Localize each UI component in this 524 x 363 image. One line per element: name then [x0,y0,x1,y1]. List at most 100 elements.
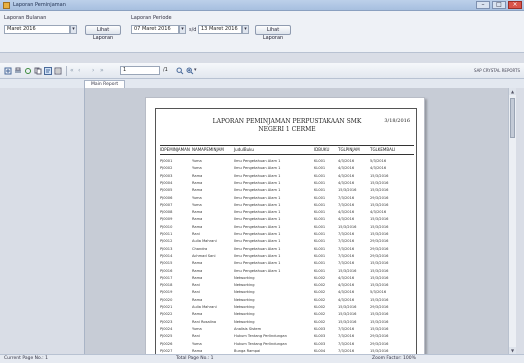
table-row: PJ0023 Rani Rosalina Networking KL002 15/3/2… [156,319,418,325]
refresh-icon[interactable] [24,67,32,75]
window-title: Laporan Peminjaman [13,2,66,8]
row-return-date: 15/3/2016 [370,275,389,280]
toolbar-separator [66,66,67,76]
row-book-id: KL001 [314,202,326,207]
report-tabstrip: Main Report [0,79,524,88]
row-borrow-date: 4/3/2016 [338,297,355,302]
monthly-view-report-button[interactable]: Lihat Laporan [85,25,121,41]
row-borrow-date: 7/3/2016 [338,202,355,207]
maximize-icon[interactable]: □ [492,1,506,9]
row-return-date: 15/3/2016 [370,268,389,273]
row-book-id: KL002 [314,305,326,309]
report-print-date: 3/18/2016 [384,118,410,124]
row-borrower: Yuma [192,166,202,171]
period-start-picker[interactable]: 07 Maret 2016 [131,25,179,34]
row-id: PJ0007 [160,202,173,207]
row-borrow-date: 4/3/2016 [338,275,355,280]
row-book-title: Ilmu Pengetahuan Alam 1 [234,159,281,163]
parameters-icon[interactable] [54,67,62,75]
tab-main-report[interactable]: Main Report [84,80,126,88]
row-book-title: Ilmu Pengetahuan Alam 1 [234,246,281,251]
scroll-down-icon[interactable]: ▼ [509,347,516,354]
table-row: PJ0010 Rama Ilmu Pengetahuan Alam 1 KL001 15… [156,224,418,230]
chevron-down-icon[interactable]: ▾ [194,67,202,75]
row-borrower: Rama [192,268,203,273]
row-book-id: KL001 [314,253,326,258]
row-return-date: 15/3/2016 [370,312,389,317]
period-view-report-button[interactable]: Lihat Laporan [255,25,291,41]
row-id: PJ0004 [160,180,173,185]
row-return-date: 15/3/2016 [370,326,389,331]
group-tree-icon[interactable] [44,67,52,75]
previous-page-icon[interactable]: ‹ [78,67,86,75]
row-borrow-date: 7/3/2016 [338,239,355,244]
row-borrower: Aulia Mahrani [192,305,217,309]
column-header-return-date: TGLKEMBALI [370,147,396,152]
crystal-reports-brand: SAP CRYSTAL REPORTS [473,68,520,73]
row-borrow-date: 7/3/2016 [338,232,355,236]
chevron-down-icon[interactable]: ▾ [70,25,77,34]
row-borrow-date: 15/3/2016 [338,305,357,309]
report-viewer: LAPORAN PEMINJAMAN PERPUSTAKAAN SMK NEGE… [84,88,516,354]
row-borrow-date: 15/3/2016 [338,188,357,193]
row-borrow-date: 4/3/2016 [338,290,355,295]
row-book-id: KL001 [314,210,326,215]
row-book-title: Analisis Sistem [234,326,262,331]
row-book-id: KL001 [314,195,326,200]
window-titlebar: Laporan Peminjaman – □ × [0,0,524,11]
status-bar: Current Page No.: 1 Total Page No.: 1 Zo… [0,354,524,363]
zoom-icon[interactable] [186,67,194,75]
row-book-title: Networking [234,305,255,309]
row-return-date: 4/3/2016 [370,210,387,215]
row-borrower: Rama [192,224,203,229]
vertical-scrollbar[interactable]: ▲ ▼ [508,88,516,354]
total-pages-status: Total Page No.: 1 [176,356,214,361]
scroll-thumb[interactable] [510,98,515,138]
row-id: PJ0014 [160,253,173,258]
row-book-title: Ilmu Pengetahuan Alam 1 [234,261,281,266]
minimize-icon[interactable]: – [476,1,490,9]
period-end-picker[interactable]: 13 Maret 2016 [198,25,242,34]
month-picker[interactable]: Maret 2016 [4,25,70,34]
row-borrower: Rani [192,283,200,288]
row-borrower: Rama [192,173,203,178]
copy-icon[interactable] [34,67,42,75]
row-id: PJ0027 [160,348,173,353]
row-borrower: Yuma [192,202,202,207]
period-report-label: Laporan Periode [131,15,172,21]
next-page-icon[interactable]: › [92,67,100,75]
table-row: PJ0008 Rama Ilmu Pengetahuan Alam 1 KL001 4/… [156,209,418,215]
row-book-title: Ilmu Pengetahuan Alam 1 [234,202,281,207]
page-number-input[interactable]: 1 [120,66,160,75]
row-book-id: KL001 [314,239,326,244]
row-return-date: 15/3/2016 [370,283,389,288]
row-book-title: Ilmu Pengetahuan Alam 1 [234,232,281,236]
last-page-icon[interactable]: » [100,67,108,75]
row-book-id: KL002 [314,312,326,317]
first-page-icon[interactable]: « [70,67,78,75]
table-row: PJ0018 Rani Networking KL002 4/3/2016 15/3/20… [156,282,418,288]
row-borrower: Rama [192,348,203,353]
row-borrow-date: 4/3/2016 [338,180,355,185]
chevron-down-icon[interactable]: ▾ [242,25,249,34]
row-borrower: Rama [192,275,203,280]
table-row: PJ0019 Rani Networking KL002 4/3/2016 5/3/201… [156,289,418,295]
row-borrow-date: 4/3/2016 [338,217,355,222]
search-icon[interactable] [176,67,184,75]
chevron-down-icon[interactable]: ▾ [179,25,186,34]
close-icon[interactable]: × [508,1,522,9]
scroll-up-icon[interactable]: ▲ [509,88,516,95]
row-borrow-date: 4/3/2016 [338,166,355,171]
filter-panel: Laporan Bulanan Maret 2016 ▾ Lihat Lapor… [0,11,524,53]
row-book-title: Ilmu Pengetahuan Alam 1 [234,253,281,258]
row-borrower: Yuma [192,195,202,200]
row-book-id: KL001 [314,232,326,236]
row-book-title: Networking [234,312,255,317]
row-return-date: 4/3/2016 [370,166,387,171]
row-borrow-date: 4/3/2016 [338,210,355,215]
row-book-id: KL001 [314,217,326,222]
row-borrower: Rani [192,334,200,339]
export-icon[interactable] [4,67,12,75]
print-icon[interactable] [14,67,22,75]
row-id: PJ0022 [160,312,173,317]
